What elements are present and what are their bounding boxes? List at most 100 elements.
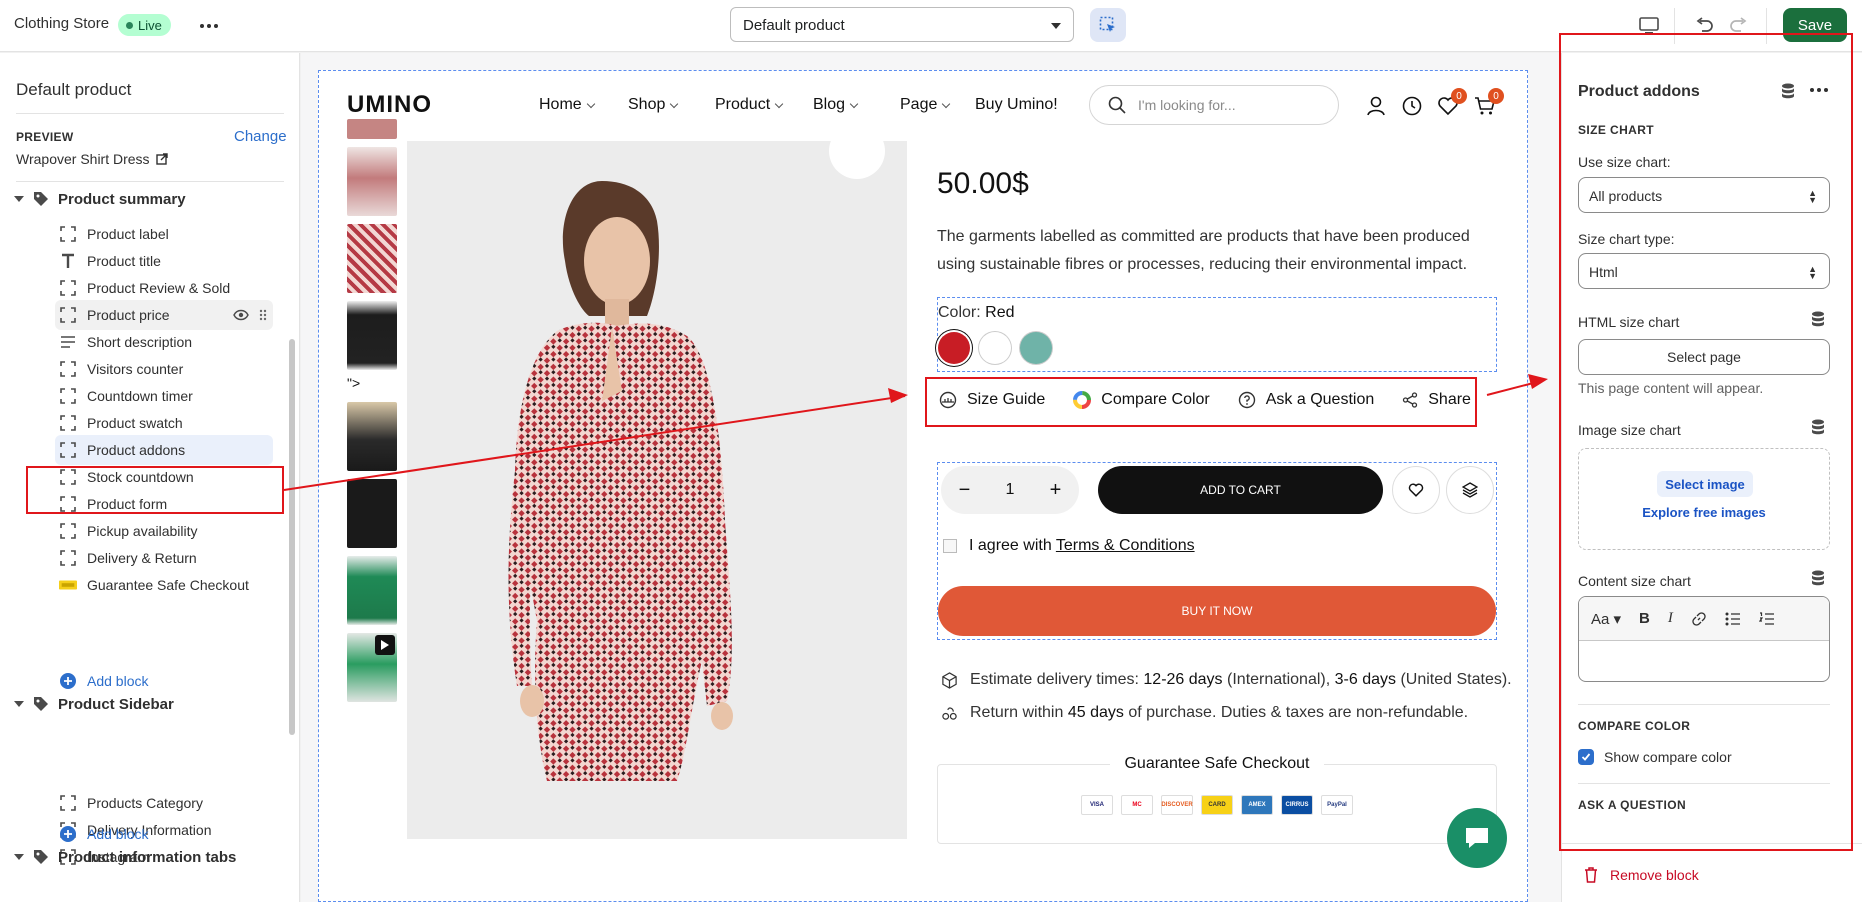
product-thumbnail[interactable] — [347, 147, 397, 216]
sidebar-scrollbar[interactable] — [289, 339, 295, 735]
payment-card-icon: DISCOVER — [1161, 795, 1193, 815]
quantity-stepper[interactable]: − 1 + — [941, 466, 1079, 514]
sidebar-block-item[interactable]: Product price — [55, 300, 273, 330]
terms-link[interactable]: Terms & Conditions — [1056, 537, 1195, 554]
store-search-input[interactable]: I'm looking for... — [1089, 85, 1339, 125]
plus-icon[interactable]: + — [1050, 479, 1062, 502]
add-block-button[interactable]: Add block — [55, 666, 273, 696]
product-video-thumbnail[interactable] — [347, 633, 397, 702]
product-thumbnail[interactable] — [347, 119, 397, 139]
sidebar-block-item[interactable]: Product addons — [55, 435, 273, 465]
product-photo — [407, 141, 907, 839]
color-swatch[interactable] — [979, 332, 1011, 364]
inspect-icon — [1099, 16, 1115, 32]
sidebar-block-label: Product swatch — [87, 415, 183, 431]
sidebar-block-item[interactable]: Visitors counter — [55, 354, 273, 384]
sidebar-block-label: Product price — [87, 307, 170, 323]
chat-icon — [1466, 828, 1488, 848]
store-name[interactable]: Clothing Store — [14, 15, 109, 32]
color-label: Color: Red — [938, 304, 1015, 322]
wishlist-button[interactable]: 0 — [1437, 88, 1467, 119]
payment-card-icon: CARD — [1201, 795, 1233, 815]
chat-button[interactable] — [1447, 808, 1507, 868]
terms-agreement[interactable]: I agree with Terms & Conditions — [943, 537, 1195, 555]
payment-card-icon: CIRRUS — [1281, 795, 1313, 815]
returns-prefix: Return within — [970, 704, 1064, 721]
cart-button[interactable]: 0 — [1474, 88, 1504, 119]
section-product-information-tabs[interactable]: Product information tabs — [14, 848, 236, 866]
nav-item[interactable]: Home — [539, 96, 595, 114]
product-thumbnail[interactable] — [347, 479, 397, 548]
clock-icon — [1402, 96, 1422, 116]
section-product-sidebar[interactable]: Product Sidebar — [14, 695, 174, 713]
sidebar-block-item[interactable]: Product swatch — [55, 408, 273, 438]
tag-icon — [34, 850, 48, 864]
sidebar-block-item[interactable]: Short description — [55, 327, 273, 357]
play-icon — [375, 635, 395, 655]
terms-prefix: I agree with — [969, 537, 1052, 554]
sidebar-block-item[interactable]: Product title — [55, 246, 273, 276]
live-dot-icon — [126, 21, 133, 29]
tag-icon — [34, 192, 48, 206]
guarantee-title: Guarantee Safe Checkout — [1110, 755, 1324, 772]
add-block-button[interactable]: Add block — [55, 819, 273, 849]
external-link-icon — [155, 153, 168, 165]
nav-item[interactable]: Product — [715, 96, 784, 114]
sidebar-block-item[interactable]: Products Category — [55, 788, 273, 818]
account-button[interactable] — [1365, 95, 1389, 119]
nav-item[interactable]: Buy Umino! — [975, 96, 1058, 114]
section-product-summary[interactable]: Product summary — [14, 190, 186, 208]
delivery-intl-days: 12-26 days — [1143, 671, 1223, 688]
minus-icon[interactable]: − — [959, 479, 971, 502]
payment-card-icon: MC — [1121, 795, 1153, 815]
nav-item[interactable]: Page — [900, 96, 951, 114]
store-logo[interactable]: UMINO — [347, 91, 432, 119]
trash-icon — [1585, 867, 1597, 883]
product-thumbnail[interactable] — [347, 556, 397, 625]
sidebar-block-label: Products Category — [87, 795, 203, 811]
nav-item-label: Buy Umino! — [975, 96, 1058, 113]
template-select[interactable]: Default product — [730, 7, 1074, 42]
returns-suffix: of purchase. Duties & taxes are non-refu… — [1128, 704, 1469, 721]
sidebar-block-label: Product Review & Sold — [87, 280, 231, 296]
drag-handle-icon[interactable] — [259, 309, 267, 321]
nav-item[interactable]: Shop — [628, 96, 679, 114]
sidebar-title: Default product — [16, 80, 132, 99]
eye-icon[interactable] — [233, 309, 249, 321]
block-icon — [59, 794, 77, 812]
remove-block-button[interactable]: Remove block — [1584, 867, 1699, 883]
annotation-box-panel — [1559, 33, 1853, 851]
returns-days: 45 days — [1067, 704, 1124, 721]
preview-product-link[interactable]: Wrapover Shirt Dress — [16, 151, 168, 167]
sidebar-block-item[interactable]: Countdown timer — [55, 381, 273, 411]
quantity-value[interactable]: 1 — [1006, 481, 1015, 499]
delivery-info: Estimate delivery times: 12-26 days (Int… — [941, 671, 1512, 689]
sidebar-block-item[interactable]: Product Review & Sold — [55, 273, 273, 303]
wishlist-add-button[interactable] — [1392, 466, 1440, 514]
product-price: 50.00$ — [937, 167, 1029, 200]
sidebar-block-item[interactable]: Delivery & Return — [55, 543, 273, 573]
product-thumbnail[interactable] — [347, 301, 397, 370]
color-swatch[interactable] — [938, 332, 970, 364]
more-actions-button[interactable] — [195, 13, 223, 39]
product-main-image[interactable] — [407, 141, 907, 839]
guarantee-title-wrap: Guarantee Safe Checkout — [938, 755, 1496, 773]
color-swatch[interactable] — [1020, 332, 1052, 364]
recently-viewed-button[interactable] — [1401, 95, 1425, 119]
chevron-down-icon — [774, 99, 784, 108]
compare-button[interactable] — [1446, 466, 1494, 514]
nav-item[interactable]: Blog — [813, 96, 859, 114]
inspector-toggle-button[interactable] — [1090, 8, 1126, 42]
terms-checkbox[interactable] — [943, 539, 957, 553]
product-thumbnail[interactable] — [347, 402, 397, 471]
add-to-cart-button[interactable]: ADD TO CART — [1098, 466, 1383, 514]
sidebar-block-item[interactable]: Pickup availability — [55, 516, 273, 546]
sidebar-block-item[interactable]: Guarantee Safe Checkout — [55, 570, 273, 600]
product-thumbnail[interactable] — [347, 224, 397, 293]
divider — [16, 181, 284, 182]
package-icon — [942, 671, 957, 689]
sidebar-block-label: Product label — [87, 226, 169, 242]
buy-now-button[interactable]: BUY IT NOW — [938, 586, 1496, 636]
sidebar-block-item[interactable]: Product label — [55, 219, 273, 249]
change-preview-link[interactable]: Change — [234, 128, 287, 145]
